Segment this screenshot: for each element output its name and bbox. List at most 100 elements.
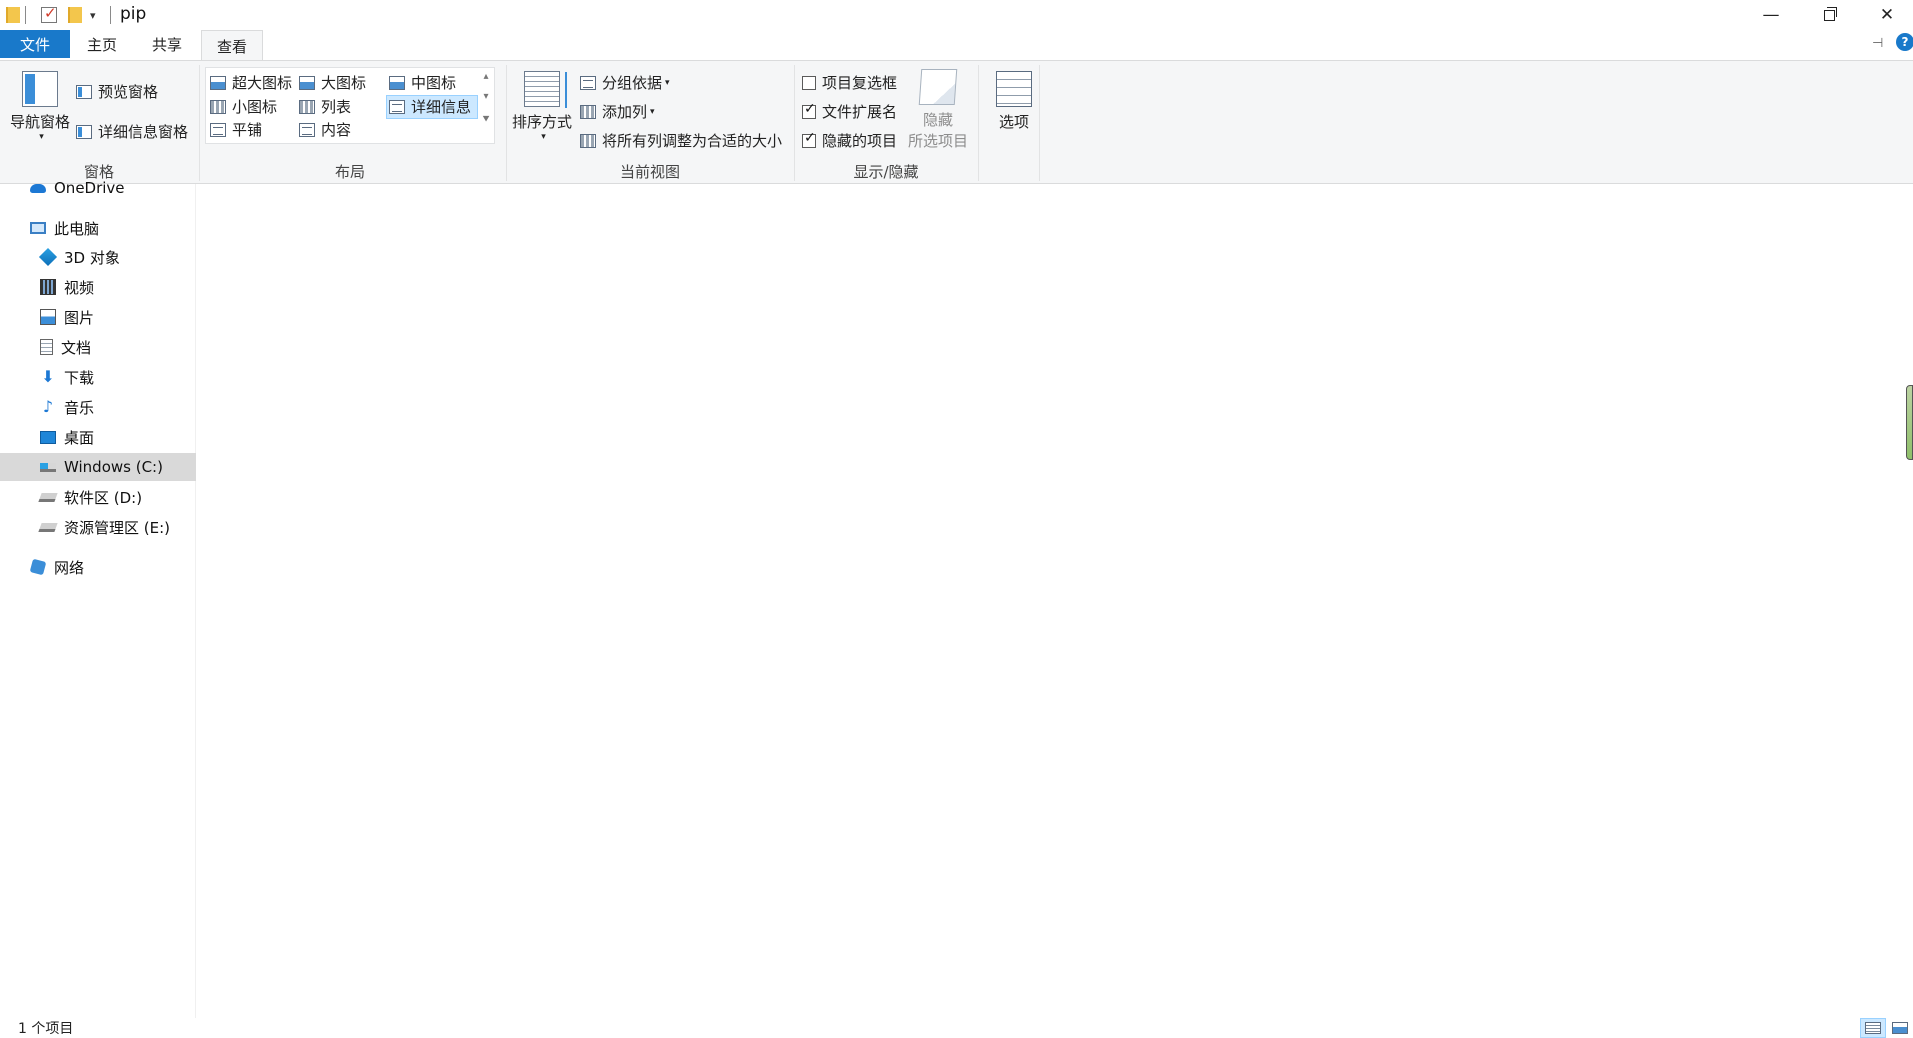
nav-item-downloads[interactable]: ⬇ 下载: [0, 363, 196, 391]
tab-share[interactable]: 共享: [134, 30, 200, 58]
medium-icons-icon: [389, 75, 405, 90]
layout-extra-large-icons[interactable]: 超大图标: [210, 72, 292, 93]
details-pane-icon: [76, 124, 92, 139]
options-icon: [996, 71, 1032, 107]
gallery-scroll-up-icon[interactable]: ▴: [479, 67, 493, 87]
layout-large-icons[interactable]: 大图标: [299, 72, 366, 93]
layout-tiles[interactable]: 平铺: [210, 119, 262, 140]
nav-item-windows-c[interactable]: Windows (C:): [0, 453, 196, 481]
add-columns-label: 添加列: [602, 103, 648, 121]
hide-selected-label-line1: 隐藏: [922, 111, 953, 129]
nav-item-pictures[interactable]: 图片: [0, 303, 196, 331]
nav-item-label: 资源管理区 (E:): [64, 518, 171, 537]
nav-item-onedrive[interactable]: OneDrive: [0, 174, 196, 202]
layout-content[interactable]: 内容: [299, 119, 351, 140]
navigation-pane-icon: [22, 71, 58, 107]
nav-item-network[interactable]: 网络: [0, 553, 196, 581]
layout-details[interactable]: 详细信息: [389, 96, 471, 117]
navigation-pane: OneDrive 此电脑 3D 对象 视频 图片 文档 ⬇ 下载 ♪ 音乐 桌面…: [0, 179, 196, 1018]
maximize-button[interactable]: [1800, 0, 1858, 30]
nav-item-videos[interactable]: 视频: [0, 273, 196, 301]
gallery-expand-icon[interactable]: ⯆: [479, 109, 493, 129]
side-panel-handle[interactable]: [1906, 385, 1913, 460]
nav-item-documents[interactable]: 文档: [0, 333, 196, 361]
layout-item-label: 平铺: [232, 121, 263, 139]
nav-item-desktop[interactable]: 桌面: [0, 423, 196, 451]
file-extensions-toggle[interactable]: 文件扩展名: [802, 101, 897, 122]
details-view-icon: [1865, 1022, 1881, 1034]
nav-item-drive-e[interactable]: 资源管理区 (E:): [0, 513, 196, 541]
tab-view[interactable]: 查看: [201, 30, 263, 61]
sort-by-button[interactable]: 排序方式 ▾: [510, 71, 574, 142]
large-icons-view-button[interactable]: [1887, 1018, 1913, 1038]
small-icons-icon: [210, 99, 226, 114]
minimize-button[interactable]: —: [1742, 0, 1800, 30]
checkbox-checked-icon[interactable]: [802, 130, 816, 148]
preview-pane-button[interactable]: 预览窗格: [76, 81, 158, 102]
folder-icon[interactable]: [6, 7, 20, 23]
title-bar: ▾ pip — ✕: [0, 0, 1913, 30]
add-columns-icon: [580, 104, 596, 119]
layout-item-label: 小图标: [232, 98, 278, 116]
nav-item-music[interactable]: ♪ 音乐: [0, 393, 196, 421]
group-label-layout: 布局: [334, 163, 365, 181]
nav-item-label: 下载: [64, 368, 95, 387]
customize-toolbar-dropdown-icon[interactable]: ▾: [90, 9, 96, 22]
details-view-button[interactable]: [1860, 1018, 1886, 1038]
layout-list[interactable]: 列表: [299, 96, 351, 117]
drive-icon: [38, 522, 58, 532]
layout-item-label: 详细信息: [411, 98, 472, 116]
toolbar-divider: [25, 6, 26, 24]
details-icon: [389, 99, 405, 114]
help-icon[interactable]: ?: [1896, 33, 1913, 51]
nav-item-drive-d[interactable]: 软件区 (D:): [0, 483, 196, 511]
cloud-icon: [30, 183, 46, 193]
group-by-button[interactable]: 分组依据 ▾: [580, 72, 670, 93]
layout-item-label: 中图标: [411, 74, 457, 92]
windows-drive-icon: [40, 462, 56, 472]
tab-file[interactable]: 文件: [0, 30, 70, 58]
hide-selected-items-button[interactable]: 隐藏 所选项目: [906, 69, 970, 151]
file-list-area[interactable]: [197, 184, 1913, 1018]
item-checkboxes-toggle[interactable]: 项目复选框: [802, 72, 897, 93]
checkbox-unchecked-icon[interactable]: [802, 75, 816, 90]
extra-large-icons-icon: [210, 75, 226, 90]
new-folder-icon[interactable]: [68, 7, 82, 23]
window-title: pip: [120, 4, 147, 24]
gallery-scroll-down-icon[interactable]: ▾: [479, 87, 493, 107]
navigation-pane-label: 导航窗格: [9, 113, 70, 131]
nav-item-this-pc[interactable]: 此电脑: [0, 214, 196, 242]
group-by-icon: [580, 75, 596, 90]
size-all-columns-button[interactable]: 将所有列调整为合适的大小: [580, 130, 782, 151]
navigation-pane-button[interactable]: 导航窗格 ▾: [8, 71, 72, 142]
pin-ribbon-icon[interactable]: ⊣: [1872, 36, 1883, 51]
chevron-down-icon: ▾: [665, 77, 670, 88]
add-columns-button[interactable]: 添加列 ▾: [580, 101, 655, 122]
properties-icon[interactable]: [41, 4, 57, 23]
video-icon: [40, 279, 56, 295]
nav-item-label: 软件区 (D:): [64, 488, 143, 507]
nav-item-3d-objects[interactable]: 3D 对象: [0, 243, 196, 271]
details-pane-button[interactable]: 详细信息窗格: [76, 121, 188, 142]
nav-item-label: Windows (C:): [64, 458, 163, 476]
content-icon: [299, 122, 315, 137]
hidden-items-toggle[interactable]: 隐藏的项目: [802, 130, 897, 151]
preview-pane-icon: [76, 84, 92, 99]
checkbox-checked-icon[interactable]: [802, 101, 816, 119]
item-checkboxes-label: 项目复选框: [822, 74, 898, 92]
layout-medium-icons[interactable]: 中图标: [389, 72, 456, 93]
size-columns-icon: [580, 133, 596, 148]
options-button[interactable]: 选项: [986, 71, 1042, 132]
chevron-down-icon: ▾: [39, 132, 44, 142]
layout-small-icons[interactable]: 小图标: [210, 96, 277, 117]
chevron-down-icon: ▾: [650, 106, 655, 117]
nav-item-label: 音乐: [64, 398, 95, 417]
close-button[interactable]: ✕: [1858, 0, 1913, 30]
group-label-show-hide: 显示/隐藏: [853, 163, 919, 181]
nav-item-label: 图片: [64, 308, 95, 327]
pictures-icon: [40, 309, 56, 325]
nav-item-label: 此电脑: [54, 219, 100, 238]
tab-home[interactable]: 主页: [70, 30, 134, 58]
3d-objects-icon: [38, 247, 58, 267]
tiles-icon: [210, 122, 226, 137]
